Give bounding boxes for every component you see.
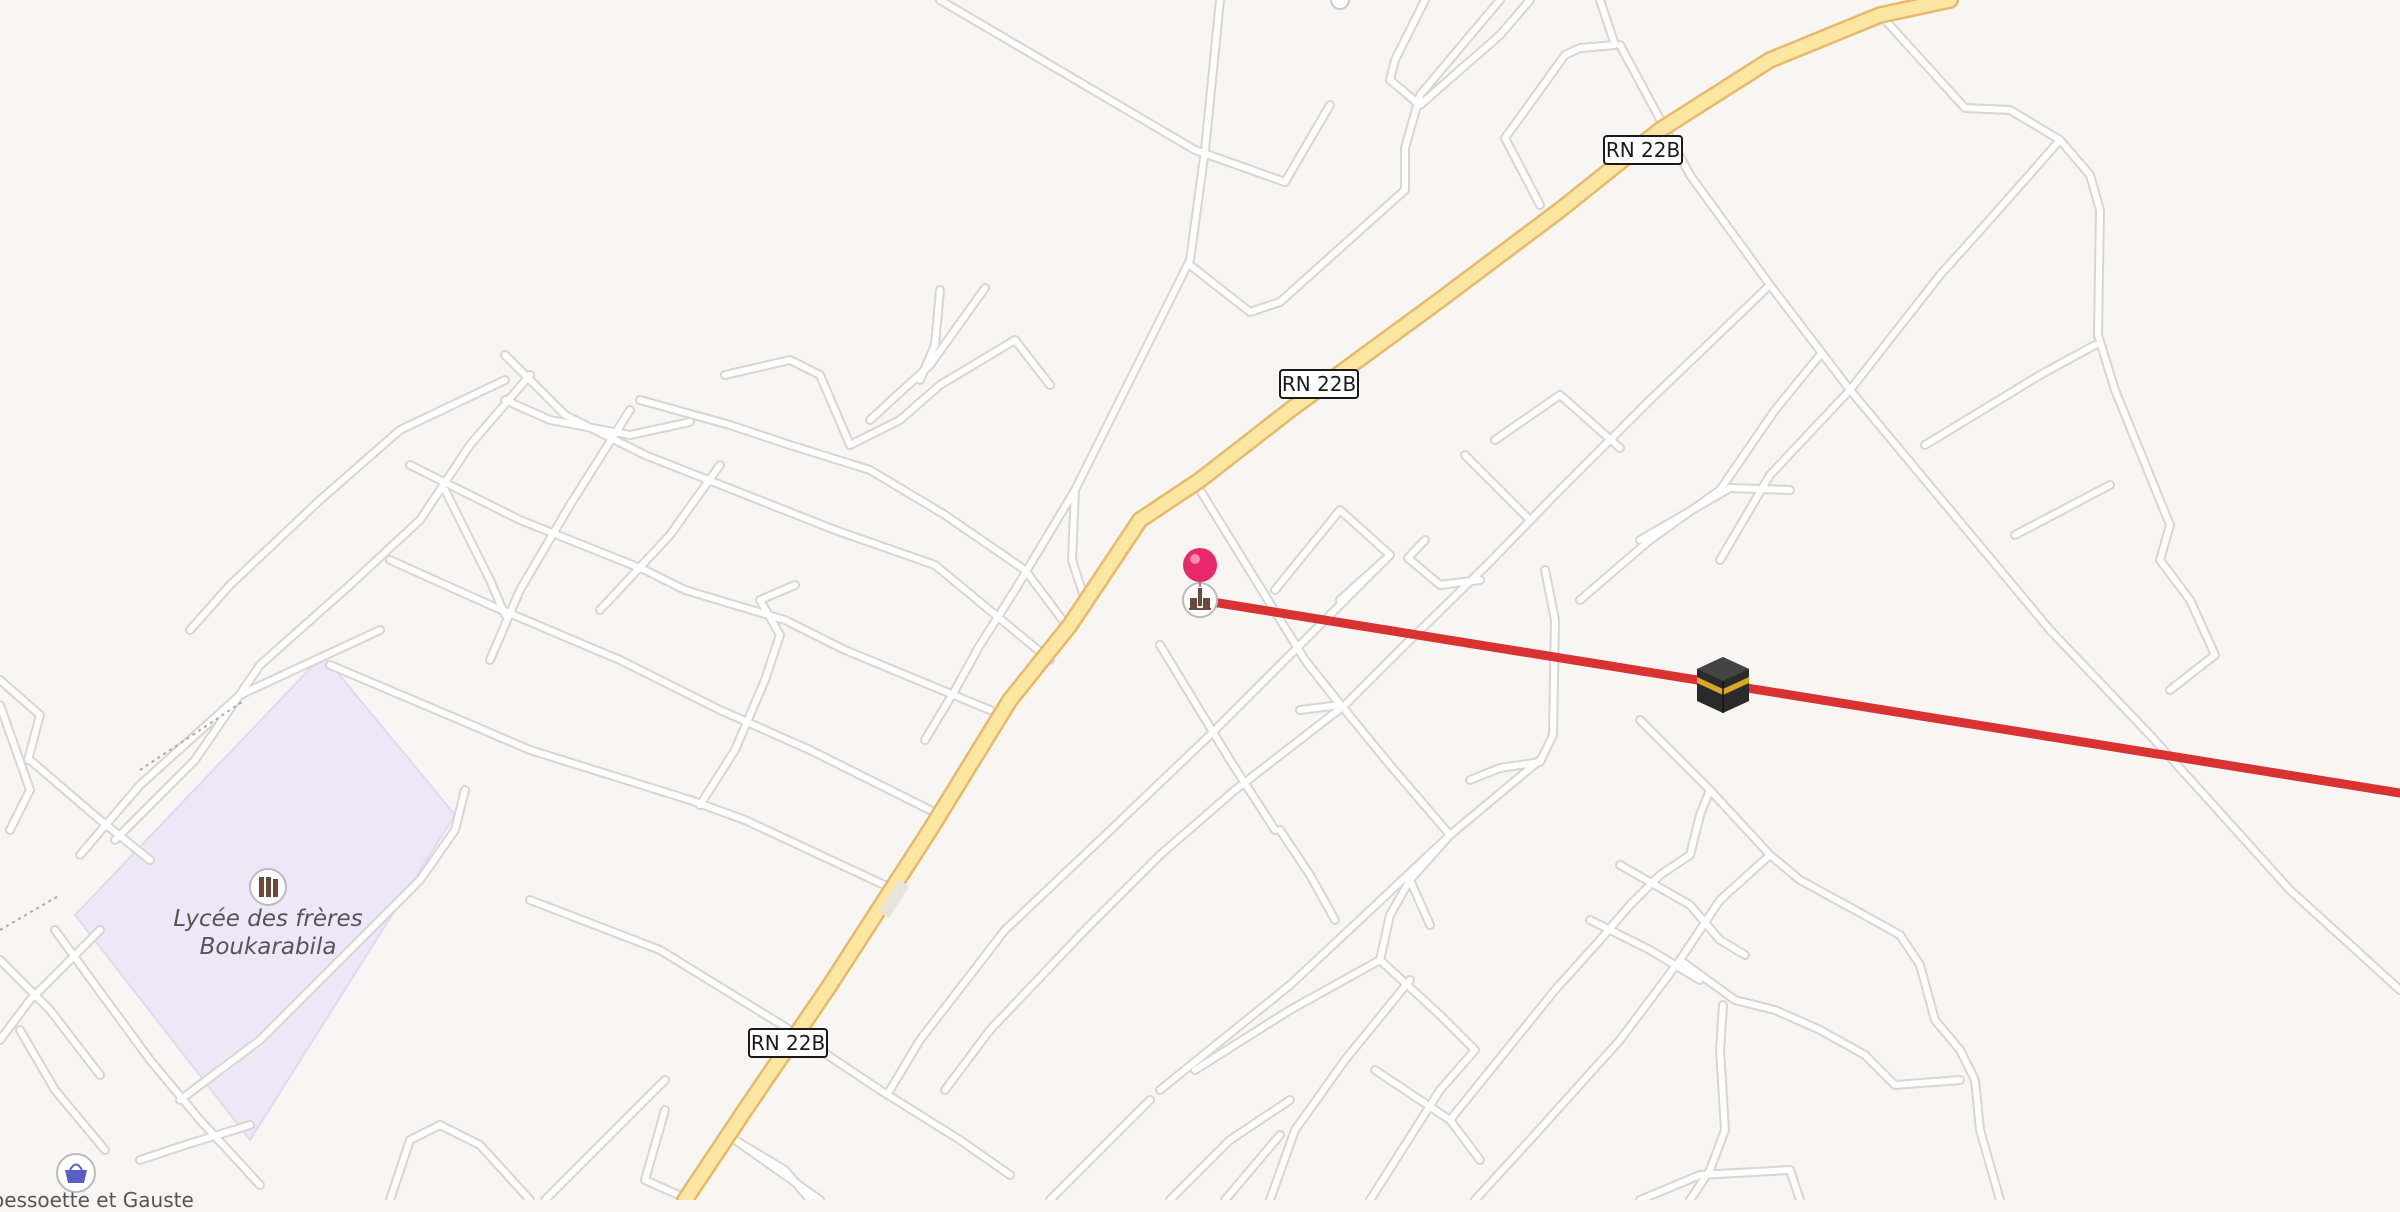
map-canvas[interactable]: RN 22B RN 22B RN 22B (0, 0, 2400, 1200)
mosque-icon[interactable] (1182, 582, 1218, 618)
shopping-basket-icon[interactable] (56, 1153, 96, 1193)
road-shield-rn22b: RN 22B (1279, 369, 1359, 399)
location-pin-icon[interactable] (1183, 548, 1217, 587)
map-node (1330, 0, 1350, 10)
qibla-direction-line (1195, 595, 2400, 798)
school-name-line2: Boukarabila (199, 934, 337, 960)
road-shield-rn22b: RN 22B (748, 1028, 828, 1058)
school-label[interactable]: Lycée des frères Boukarabila (168, 905, 368, 961)
svg-text:RN 22B: RN 22B (1606, 138, 1680, 162)
svg-text:RN 22B: RN 22B (751, 1031, 825, 1055)
kaaba-icon[interactable] (1697, 657, 1749, 713)
primary-road-rn22b[interactable] (676, 0, 1959, 1200)
school-icon[interactable] (249, 868, 287, 906)
shop-label[interactable]: oessoette et Gauste (0, 1188, 194, 1212)
svg-text:RN 22B: RN 22B (1282, 372, 1356, 396)
road-shield-rn22b: RN 22B (1603, 135, 1683, 165)
footpath (0, 894, 61, 931)
school-name-line1: Lycée des frères (173, 906, 363, 932)
